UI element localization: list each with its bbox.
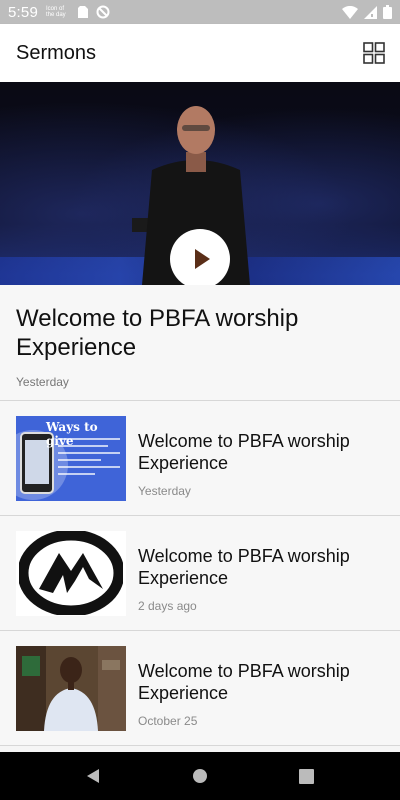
list-item-title: Welcome to PBFA worship Experience: [138, 546, 350, 588]
list-item-date: October 25: [138, 714, 198, 728]
list-item-title: Welcome to PBFA worship Experience: [138, 431, 350, 473]
sermon-list: Ways to give Welcome to PBFA worship Exp…: [0, 401, 400, 746]
sermon-thumbnail: Ways to give: [16, 415, 126, 501]
list-item[interactable]: Welcome to PBFA worship Experience 2 day…: [0, 516, 400, 631]
list-item-date: Yesterday: [138, 484, 191, 498]
wifi-icon: [342, 5, 358, 19]
list-item-text: Welcome to PBFA worship Experience Yeste…: [138, 418, 400, 498]
back-button[interactable]: [73, 756, 113, 796]
play-button[interactable]: [170, 229, 230, 285]
status-time: 5:59: [8, 3, 38, 21]
back-icon: [87, 769, 100, 783]
notification-text: Icon of the day: [46, 6, 66, 18]
page-title: Sermons: [16, 41, 97, 64]
recents-icon: [299, 768, 315, 784]
sermon-thumbnail: [16, 645, 126, 731]
grid-view-icon: [363, 42, 385, 64]
thumbnail-lines: [58, 437, 120, 480]
list-item-title: Welcome to PBFA worship Experience: [138, 661, 350, 703]
recents-button[interactable]: [287, 756, 327, 796]
featured-sermon-date: Yesterday: [16, 375, 69, 389]
do-not-disturb-icon: [96, 5, 110, 19]
church-logo-icon: [19, 531, 123, 615]
list-item-text: Welcome to PBFA worship Experience 2 day…: [138, 533, 400, 613]
app-bar: Sermons: [0, 24, 400, 82]
play-icon: [194, 249, 210, 269]
home-icon: [192, 769, 207, 783]
list-item[interactable]: Welcome to PBFA worship Experience Octob…: [0, 631, 400, 746]
speaker-photo: [16, 645, 126, 731]
list-item[interactable]: Ways to give Welcome to PBFA worship Exp…: [0, 401, 400, 516]
cellular-signal-icon: [364, 5, 377, 19]
sim-card-icon: [78, 6, 88, 18]
featured-sermon[interactable]: Welcome to PBFA worship Experience Yeste…: [0, 285, 400, 401]
home-button[interactable]: [180, 756, 220, 796]
status-bar: 5:59 Icon of the day: [0, 0, 400, 24]
grid-view-button[interactable]: [362, 41, 386, 65]
battery-icon: [383, 5, 392, 19]
featured-sermon-title: Welcome to PBFA worship Experience: [16, 305, 299, 361]
sermon-thumbnail: [16, 530, 126, 616]
list-item-text: Welcome to PBFA worship Experience Octob…: [138, 648, 400, 728]
list-item-date: 2 days ago: [138, 599, 197, 613]
status-bar-right: [342, 5, 392, 19]
status-bar-left: 5:59 Icon of the day: [8, 4, 110, 21]
featured-video[interactable]: [0, 82, 400, 285]
system-nav-bar: [0, 752, 400, 800]
